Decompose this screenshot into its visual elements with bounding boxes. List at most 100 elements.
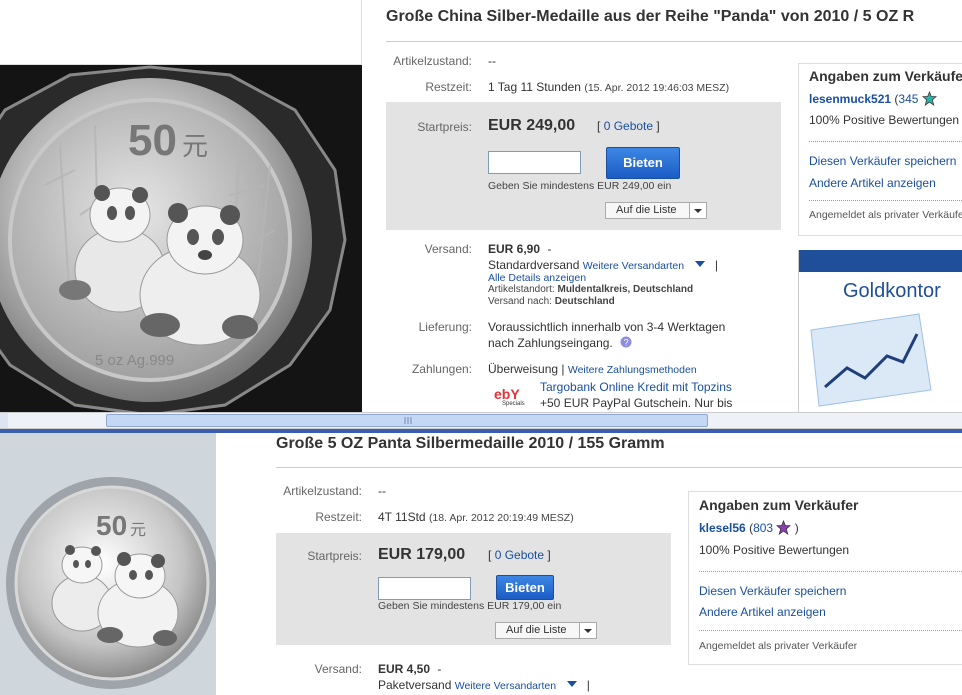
horizontal-scrollbar[interactable] [0, 412, 962, 429]
shipping-method: Standardversand [488, 258, 580, 272]
goldkontor-ad[interactable]: Goldkontor [798, 250, 962, 412]
top-listing: 50 元 5 oz Ag.999 Große China Silber-Meda… [0, 0, 962, 412]
seller-name-link[interactable]: lesenmuck521 [809, 92, 891, 106]
bids-count-link[interactable]: 0 Gebote [604, 119, 653, 133]
scroll-left-button[interactable] [0, 413, 8, 428]
registered-as: Angemeldet als privater Verkäufer [809, 209, 962, 221]
ships-to-row: Versand nach: Deutschland [488, 296, 615, 307]
shipping-cost-row-2: EUR 4,50 - [378, 662, 442, 676]
grip-icon [404, 417, 412, 424]
current-price: EUR 249,00 [488, 117, 576, 134]
time-left-2: 4T 11Std (18. Apr. 2012 20:19:49 MESZ) [378, 510, 574, 524]
delivery-line-2: nach Zahlungseingang. [488, 336, 613, 350]
coin-currency: 元 [182, 132, 208, 162]
ebay-specials-logo: ebY Specials [494, 386, 525, 407]
more-shipping-link[interactable]: Weitere Versandarten [583, 260, 684, 272]
bids-count-2: [ 0 Gebote ] [488, 548, 551, 562]
title-divider [386, 41, 962, 42]
banner-brand: Goldkontor [843, 280, 941, 302]
coin-weight: 5 oz Ag.999 [95, 352, 174, 369]
ships-to: Deutschland [554, 296, 615, 307]
delivery-line-2-row: nach Zahlungseingang. ? [488, 336, 632, 350]
time-left-label: Restzeit: [425, 80, 472, 94]
shipping-label: Versand: [424, 242, 472, 256]
time-left-label-2: Restzeit: [315, 510, 362, 524]
shipping-method-row-2: Paketversand Weitere Versandarten | [378, 678, 590, 692]
seller-name-link-2[interactable]: klesel56 [699, 521, 746, 535]
min-bid-hint: Geben Sie mindestens EUR 249,00 ein [488, 180, 672, 192]
title-divider-2 [276, 467, 962, 468]
feedback-star-icon [921, 90, 937, 106]
svg-text:?: ? [624, 338, 629, 348]
seller-info-box-2 [688, 491, 962, 665]
bids-count: [ 0 Gebote ] [597, 119, 660, 133]
dropdown-arrow-icon[interactable] [565, 679, 579, 689]
condition-label: Artikelzustand: [393, 54, 472, 68]
ad-link[interactable]: Targobank Online Kredit mit Topzins [540, 380, 732, 394]
item-photo-2[interactable]: 50 元 [0, 433, 216, 695]
payment-label: Zahlungen: [411, 362, 472, 376]
watch-list-button-2[interactable]: Auf die Liste [495, 622, 597, 639]
coin-denomination-2: 50 [96, 510, 127, 541]
listing-title-2: Große 5 OZ Panta Silbermedaille 2010 / 1… [276, 435, 665, 452]
watch-dropdown-arrow[interactable] [689, 203, 706, 218]
shipping-cost-row: EUR 6,90 - [488, 242, 552, 256]
scrollbar-thumb[interactable] [106, 414, 708, 427]
save-seller-link[interactable]: Diesen Verkäufer speichern [809, 154, 956, 168]
min-bid-hint-2: Geben Sie mindestens EUR 179,00 ein [378, 600, 562, 612]
bottom-listing: 50 元 Große 5 OZ Panta Silbermedaille 201… [0, 433, 962, 695]
dropdown-arrow-icon[interactable] [693, 259, 707, 269]
seller-name-row: lesenmuck521 (345 [809, 90, 937, 106]
coin-denomination: 50 [128, 116, 177, 165]
item-location-row: Artikelstandort: Muldentalkreis, Deutsch… [488, 284, 694, 295]
watch-dropdown-arrow-2[interactable] [579, 623, 596, 638]
registered-as-2: Angemeldet als privater Verkäufer [699, 640, 858, 652]
seller-divider-4 [699, 630, 962, 631]
bid-amount-input-2[interactable] [378, 577, 471, 600]
coin-image-2: 50 元 [6, 477, 216, 689]
shipping-cost-2: EUR 4,50 [378, 662, 431, 676]
other-items-link[interactable]: Andere Artikel anzeigen [809, 176, 936, 190]
seller-heading: Angaben zum Verkäufer [809, 68, 962, 84]
condition-value-2: -- [378, 484, 386, 498]
coin-currency-2: 元 [130, 520, 146, 539]
seller-divider-1 [809, 141, 962, 142]
watch-list-button[interactable]: Auf die Liste [605, 202, 707, 219]
banner-top-bar [799, 250, 962, 272]
time-left: 1 Tag 11 Stunden (15. Apr. 2012 19:46:03… [488, 80, 729, 94]
ad-text: +50 EUR PayPal Gutschein. Nur bis [540, 396, 733, 410]
bid-button[interactable]: Bieten [606, 147, 680, 179]
chart-graphic-icon [810, 313, 932, 407]
start-price-label: Startpreis: [417, 120, 472, 134]
listing-title: Große China Silber-Medaille aus der Reih… [386, 8, 915, 25]
bid-button-2[interactable]: Bieten [496, 575, 554, 600]
end-time-2: (18. Apr. 2012 20:19:49 MESZ) [428, 512, 574, 524]
coin-image: 50 元 5 oz Ag.999 [0, 65, 347, 412]
bid-amount-input[interactable] [488, 151, 581, 174]
end-time: (15. Apr. 2012 19:46:03 MESZ) [584, 82, 730, 94]
item-photo[interactable]: 50 元 5 oz Ag.999 [0, 65, 362, 412]
seller-positive: 100% Positive Bewertungen [809, 113, 960, 127]
shipping-cost: EUR 6,90 [488, 242, 541, 256]
condition-value: -- [488, 54, 496, 68]
bids-count-link-2[interactable]: 0 Gebote [495, 548, 544, 562]
image-frame [0, 0, 362, 65]
seller-divider-2 [809, 200, 962, 201]
save-seller-link-2[interactable]: Diesen Verkäufer speichern [699, 584, 846, 598]
chevron-down-icon [694, 209, 702, 213]
shipping-method-2: Paketversand [378, 678, 452, 692]
start-price-label-2: Startpreis: [307, 549, 362, 563]
chevron-down-icon [584, 629, 592, 633]
current-price-2: EUR 179,00 [378, 546, 466, 563]
other-items-link-2[interactable]: Andere Artikel anzeigen [699, 605, 826, 619]
seller-score-link[interactable]: 345 [898, 92, 918, 106]
more-shipping-link-2[interactable]: Weitere Versandarten [455, 680, 556, 692]
seller-score-link-2[interactable]: 803 [753, 521, 773, 535]
more-payment-link[interactable]: Weitere Zahlungsmethoden [568, 364, 697, 376]
delivery-label: Lieferung: [418, 320, 472, 334]
seller-heading-2: Angaben zum Verkäufer [699, 497, 859, 513]
watch-list-label: Auf die Liste [616, 204, 677, 216]
all-details-link[interactable]: Alle Details anzeigen [488, 272, 586, 284]
help-icon[interactable]: ? [620, 336, 632, 348]
item-location: Muldentalkreis, Deutschland [557, 284, 694, 295]
